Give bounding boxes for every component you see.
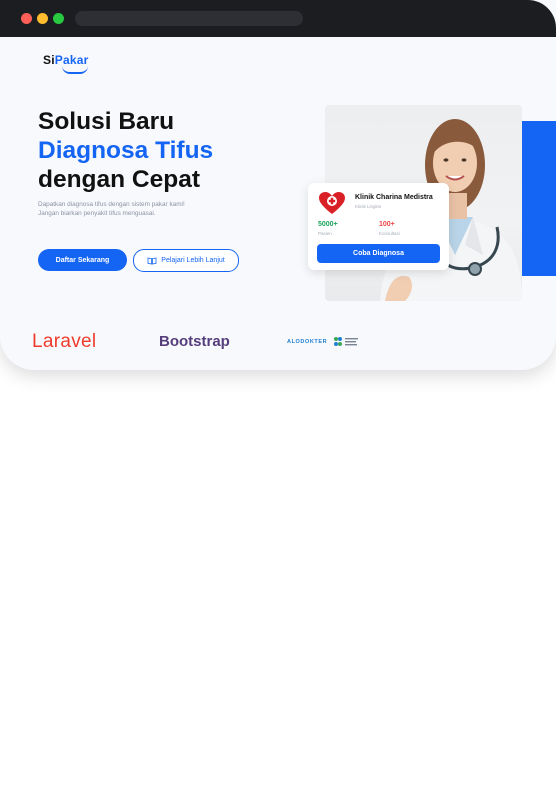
clinic-location: Klinik Lingkin (355, 204, 382, 209)
logo-prefix: Si (43, 53, 55, 67)
partner-laravel-logo: Laravel (32, 331, 97, 352)
clinic-card: Klinik Charina Medistra Klinik Lingkin 5… (308, 183, 449, 270)
decor-blue-strip (522, 121, 556, 276)
logo-accent: Pakar (54, 53, 89, 67)
hero-subtitle-line1: Dapatkan diagnosa tifus dengan sistem pa… (38, 201, 185, 208)
hero-subtitle-line2: Jangan biarkan penyakit tifus menguasai. (38, 209, 156, 217)
partner-bootstrap-logo: Bootstrap (159, 333, 230, 350)
try-diagnosis-button[interactable]: Coba Diagnosa (317, 244, 440, 263)
site-logo[interactable]: SiPakar (43, 53, 89, 74)
hero-title-line3: dengan Cepat (38, 166, 200, 193)
logo-smile-icon (62, 66, 88, 74)
learn-more-button[interactable]: Pelajari Lebih Lanjut (133, 249, 239, 272)
hero-title-line2: Diagnosa Tifus (38, 137, 214, 164)
register-button[interactable]: Daftar Sekarang (38, 249, 127, 271)
learn-more-label: Pelajari Lebih Lanjut (161, 257, 225, 264)
close-window-icon[interactable] (21, 13, 32, 24)
maximize-window-icon[interactable] (53, 13, 64, 24)
hero-title-line1: Solusi Baru (38, 108, 175, 135)
hero-title: Solusi Baru Diagnosa Tifus dengan Cepat (38, 107, 213, 194)
book-icon (147, 257, 157, 264)
patients-label: Pasien (318, 231, 332, 236)
clinic-heart-logo-icon (319, 192, 345, 214)
partner-alodokter-logo: ALODOKTER (287, 339, 328, 345)
minimize-window-icon[interactable] (37, 13, 48, 24)
clinic-name: Klinik Charina Medistra (355, 194, 433, 201)
browser-titlebar (0, 0, 556, 37)
hero-subtitle: Dapatkan diagnosa tifus dengan sistem pa… (38, 201, 268, 218)
consultations-count: 100+ (379, 221, 395, 228)
browser-window: SiPakar Solusi Baru Diagnosa Tifus denga… (0, 0, 556, 370)
address-bar[interactable] (75, 11, 303, 26)
patients-count: 5000+ (318, 221, 338, 228)
consultations-label: Konsultasi (379, 231, 400, 236)
kemenkes-logo-icon (334, 337, 358, 346)
